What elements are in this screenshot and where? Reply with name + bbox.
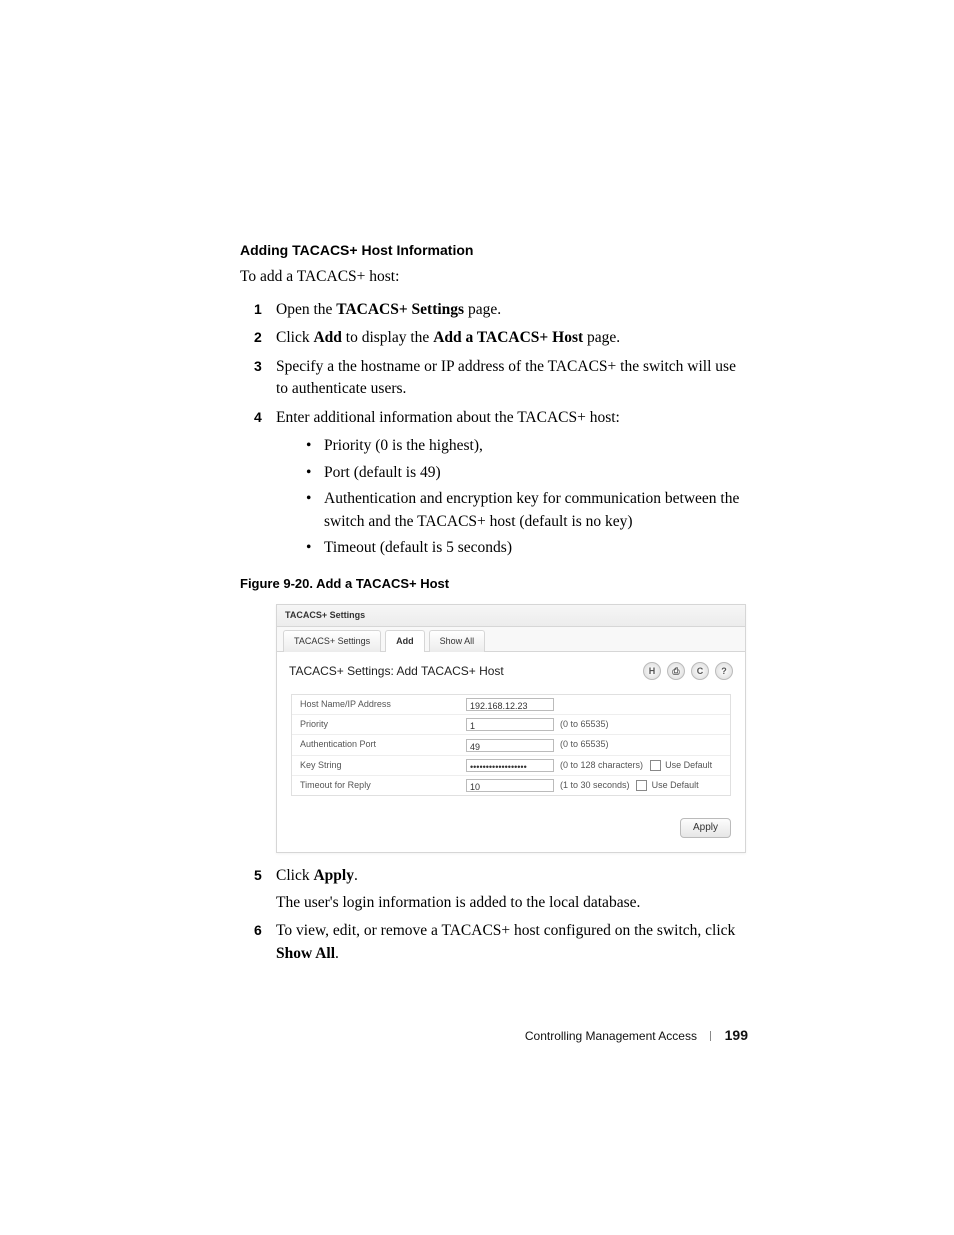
tab-add[interactable]: Add [385,630,425,652]
hint-timeout: (1 to 30 seconds) Use Default [560,779,699,792]
step-text: Enter additional information about the T… [276,409,620,426]
input-key-string[interactable]: •••••••••••••••••• [466,759,554,772]
label-use-default-key: Use Default [665,760,712,770]
label-key-string: Key String [300,759,460,772]
bullet-item: Authentication and encryption key for co… [306,488,748,533]
hint-auth-port: (0 to 65535) [560,738,609,751]
breadcrumb: TACACS+ Settings [277,605,745,627]
step-text: Click Apply. [276,867,358,884]
section-heading: Adding TACACS+ Host Information [240,240,748,260]
footer-separator-icon [710,1031,711,1041]
footer-chapter: Controlling Management Access [525,1029,697,1043]
apply-button[interactable]: Apply [680,818,731,839]
save-icon[interactable]: H [643,662,661,680]
panel-title: TACACS+ Settings: Add TACACS+ Host [289,663,504,680]
step-list: 1 Open the TACACS+ Settings page. 2 Clic… [240,299,748,560]
form-block: Host Name/IP Address 192.168.12.23 Prior… [291,694,731,795]
step-number: 4 [254,407,262,427]
row-priority: Priority 1 (0 to 65535) [292,714,730,734]
input-host[interactable]: 192.168.12.23 [466,698,554,711]
tab-bar: TACACS+ Settings Add Show All [277,627,745,652]
intro-text: To add a TACACS+ host: [240,266,748,288]
step-number: 6 [254,920,262,940]
row-host: Host Name/IP Address 192.168.12.23 [292,695,730,714]
step-number: 2 [254,327,262,347]
checkbox-use-default-timeout[interactable] [636,780,647,791]
input-timeout[interactable]: 10 [466,779,554,792]
sub-bullets: Priority (0 is the highest), Port (defau… [276,435,748,559]
bullet-item: Port (default is 49) [306,462,748,484]
row-key-string: Key String •••••••••••••••••• (0 to 128 … [292,755,730,775]
hint-priority: (0 to 65535) [560,718,609,731]
bullet-item: Priority (0 is the highest), [306,435,748,457]
step-text: Specify a the hostname or IP address of … [276,358,736,397]
tab-show-all[interactable]: Show All [429,630,486,652]
step-number: 5 [254,865,262,885]
step-2: 2 Click Add to display the Add a TACACS+… [254,327,748,349]
step-1: 1 Open the TACACS+ Settings page. [254,299,748,321]
step-text: To view, edit, or remove a TACACS+ host … [276,922,735,961]
hint-key-string: (0 to 128 characters) Use Default [560,759,712,772]
step-list-continued: 5 Click Apply. The user's login informat… [240,865,748,965]
step-subtext: The user's login information is added to… [276,892,748,914]
label-auth-port: Authentication Port [300,738,460,751]
label-host: Host Name/IP Address [300,698,460,711]
row-auth-port: Authentication Port 49 (0 to 65535) [292,734,730,754]
figure-caption: Figure 9-20. Add a TACACS+ Host [240,575,748,594]
bullet-item: Timeout (default is 5 seconds) [306,537,748,559]
step-4: 4 Enter additional information about the… [254,407,748,560]
page-footer: Controlling Management Access 199 [525,1025,748,1045]
step-3: 3 Specify a the hostname or IP address o… [254,356,748,401]
step-number: 3 [254,356,262,376]
print-icon[interactable]: ⎙ [667,662,685,680]
row-timeout: Timeout for Reply 10 (1 to 30 seconds) U… [292,775,730,795]
step-6: 6 To view, edit, or remove a TACACS+ hos… [254,920,748,965]
figure-screenshot: TACACS+ Settings TACACS+ Settings Add Sh… [276,604,746,853]
help-icon[interactable]: ? [715,662,733,680]
input-auth-port[interactable]: 49 [466,739,554,752]
label-timeout: Timeout for Reply [300,779,460,792]
label-priority: Priority [300,718,460,731]
refresh-icon[interactable]: C [691,662,709,680]
tab-tacacs-settings[interactable]: TACACS+ Settings [283,630,381,652]
step-text: Open the TACACS+ Settings page. [276,301,501,318]
checkbox-use-default-key[interactable] [650,760,661,771]
input-priority[interactable]: 1 [466,718,554,731]
label-use-default-timeout: Use Default [652,780,699,790]
step-number: 1 [254,299,262,319]
step-5: 5 Click Apply. The user's login informat… [254,865,748,914]
step-text: Click Add to display the Add a TACACS+ H… [276,329,620,346]
footer-page-number: 199 [725,1027,748,1043]
